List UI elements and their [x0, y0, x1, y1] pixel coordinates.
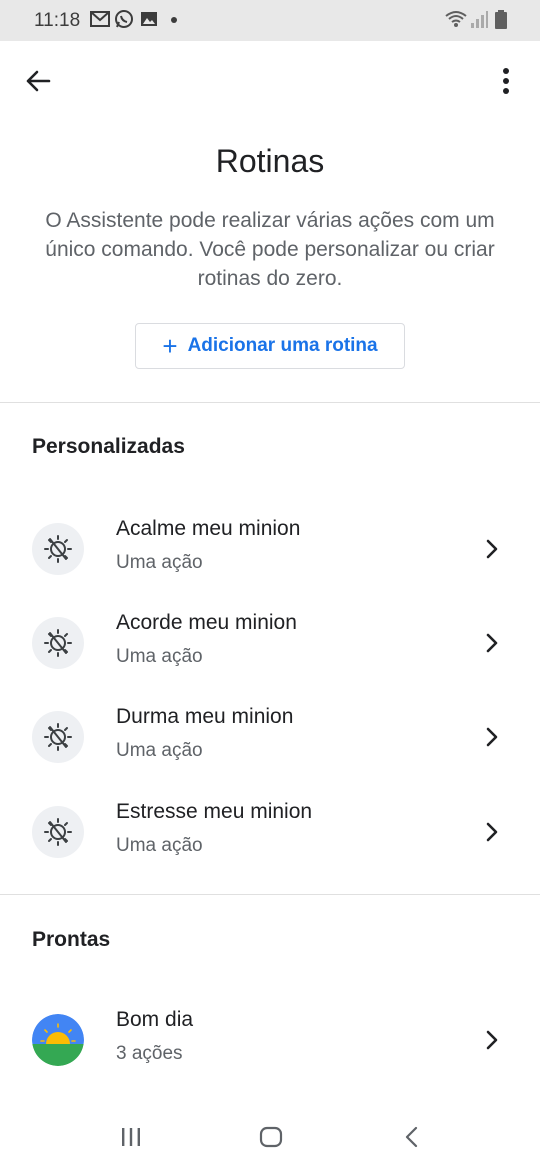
- add-routine-button[interactable]: + Adicionar uma rotina: [135, 323, 405, 369]
- sunrise-icon: [32, 1014, 84, 1066]
- routine-subtitle: Uma ação: [116, 552, 203, 573]
- routine-title: Acalme meu minion: [116, 517, 301, 540]
- routine-subtitle: Uma ação: [116, 740, 203, 761]
- routine-subtitle: Uma ação: [116, 646, 203, 667]
- back-button[interactable]: [18, 61, 58, 101]
- app-bar: [0, 41, 540, 119]
- gmail-icon: [90, 11, 110, 27]
- status-time: 11:18: [34, 10, 81, 31]
- routine-subtitle: Uma ação: [116, 835, 203, 856]
- routine-title: Estresse meu minion: [116, 800, 313, 823]
- signal-icon: [471, 11, 488, 28]
- home-icon: [259, 1126, 283, 1148]
- recent-apps-icon: [122, 1128, 140, 1146]
- gallery-icon: [141, 12, 157, 26]
- routine-item[interactable]: Acalme meu minion Uma ação: [0, 503, 540, 595]
- back-icon: [405, 1126, 418, 1148]
- section-heading-custom: Personalizadas: [32, 435, 185, 458]
- plus-icon: +: [162, 331, 178, 361]
- chevron-right-icon: [486, 539, 498, 559]
- chevron-right-icon: [486, 727, 498, 747]
- page-description: O Assistente pode realizar várias ações …: [45, 209, 495, 290]
- more-vert-icon: [503, 68, 509, 94]
- routine-title: Bom dia: [116, 1008, 194, 1031]
- page-title: Rotinas: [215, 143, 325, 179]
- routine-item[interactable]: Estresse meu minion Uma ação: [0, 786, 540, 878]
- routine-item[interactable]: Acorde meu minion Uma ação: [0, 597, 540, 689]
- whatsapp-icon: [115, 10, 133, 28]
- routine-title: Durma meu minion: [116, 705, 294, 728]
- divider: [0, 402, 540, 403]
- routine-item[interactable]: Bom dia 3 ações: [0, 994, 540, 1086]
- recent-apps-button[interactable]: [111, 1122, 151, 1152]
- chevron-right-icon: [486, 1030, 498, 1050]
- routine-title: Acorde meu minion: [116, 611, 297, 634]
- arrow-back-icon: [26, 70, 51, 92]
- system-back-button[interactable]: [392, 1122, 432, 1152]
- routine-sun-icon: [32, 523, 84, 575]
- system-nav-bar: [0, 1108, 540, 1170]
- divider: [0, 894, 540, 895]
- routine-sun-icon: [32, 617, 84, 669]
- home-button[interactable]: [251, 1122, 291, 1152]
- status-bar: 11:18: [0, 0, 540, 41]
- routine-item[interactable]: Durma meu minion Uma ação: [0, 691, 540, 783]
- routine-sun-icon: [32, 806, 84, 858]
- wifi-icon: [445, 11, 467, 27]
- add-routine-label: Adicionar uma rotina: [187, 335, 378, 356]
- chevron-right-icon: [486, 822, 498, 842]
- routine-subtitle: 3 ações: [116, 1043, 183, 1064]
- notification-dot-icon: [171, 17, 177, 23]
- chevron-right-icon: [486, 633, 498, 653]
- routine-sun-icon: [32, 711, 84, 763]
- more-options-button[interactable]: [486, 61, 526, 101]
- battery-icon: [495, 10, 507, 29]
- section-heading-ready: Prontas: [32, 928, 111, 951]
